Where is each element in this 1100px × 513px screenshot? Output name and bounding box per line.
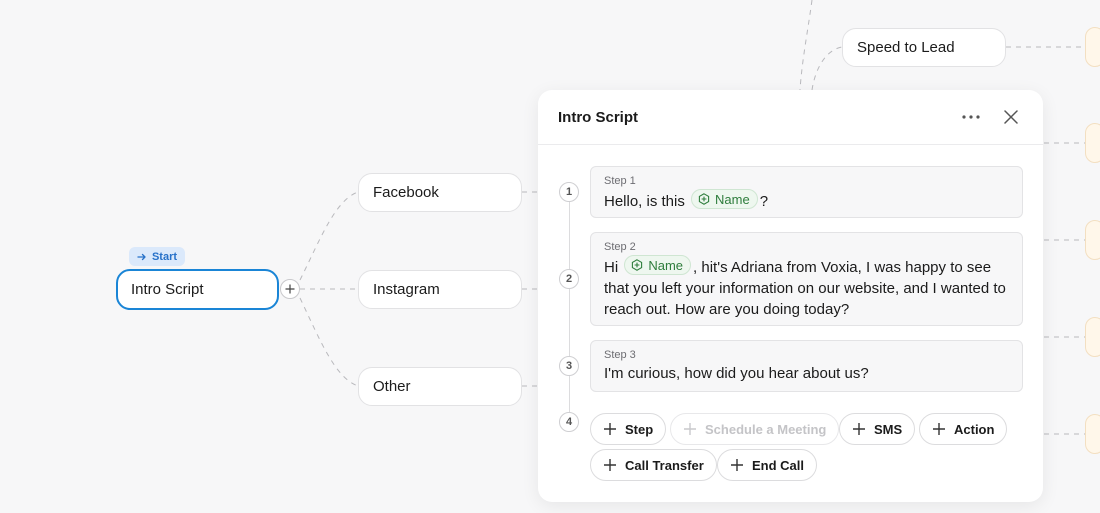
plus-icon <box>603 458 617 472</box>
connector-to-speed-to-lead <box>811 46 843 91</box>
step-text-before: Hello, is this <box>604 193 685 210</box>
add-schedule-meeting-button[interactable]: Schedule a Meeting <box>670 413 840 445</box>
add-end-call-button[interactable]: End Call <box>717 449 818 481</box>
flow-canvas[interactable]: Start Intro Script Facebook Instagram Ot… <box>0 0 1100 513</box>
plus-icon <box>683 422 697 436</box>
add-button-label: Action <box>954 421 995 437</box>
close-icon <box>1004 110 1018 124</box>
step-card-3[interactable]: Step 3 I'm curious, how did you hear abo… <box>590 340 1023 392</box>
node-facebook[interactable]: Facebook <box>358 173 522 212</box>
add-button-label: Call Transfer <box>625 457 704 473</box>
step-card-2[interactable]: Step 2 Hi Name , hit's Adriana from Voxi… <box>590 232 1023 326</box>
arrow-right-icon <box>137 252 147 262</box>
step-label: Step 3 <box>604 349 636 361</box>
add-sms-button[interactable]: SMS <box>839 413 916 445</box>
connector-top <box>799 0 813 91</box>
name-variable-chip[interactable]: Name <box>624 255 692 275</box>
ellipsis-icon <box>962 115 980 119</box>
step-text: Hi Name , hit's Adriana from Voxia, I wa… <box>604 255 1009 320</box>
plus-icon <box>603 422 617 436</box>
node-label: Intro Script <box>131 281 204 298</box>
offscreen-node-4[interactable] <box>1085 317 1100 357</box>
step-label: Step 2 <box>604 241 636 253</box>
step-number: 1 <box>559 182 579 202</box>
node-label: Other <box>373 378 411 395</box>
node-label: Instagram <box>373 281 440 298</box>
more-options-button[interactable] <box>959 105 983 129</box>
node-other[interactable]: Other <box>358 367 522 406</box>
step-number: 2 <box>559 269 579 289</box>
offscreen-node-3[interactable] <box>1085 220 1100 260</box>
step-text: Hello, is this Name ? <box>604 189 1009 212</box>
add-button-label: Step <box>625 421 654 437</box>
plus-icon <box>932 422 946 436</box>
variable-icon <box>698 193 710 205</box>
step-card-1[interactable]: Step 1 Hello, is this Name ? <box>590 166 1023 218</box>
add-action-button[interactable]: Action <box>919 413 1008 445</box>
step-text-after: ? <box>759 193 769 210</box>
chip-label: Name <box>715 191 750 207</box>
connector-to-facebook <box>299 191 359 281</box>
panel-header: Intro Script <box>538 90 1043 145</box>
name-variable-chip[interactable]: Name <box>691 189 758 209</box>
offscreen-node-2[interactable] <box>1085 123 1100 163</box>
node-instagram[interactable]: Instagram <box>358 270 522 309</box>
add-button-label: Schedule a Meeting <box>705 421 827 437</box>
panel-title: Intro Script <box>558 108 639 126</box>
step-text: I'm curious, how did you hear about us? <box>604 365 869 382</box>
node-speed-to-lead[interactable]: Speed to Lead <box>842 28 1006 67</box>
node-intro-script[interactable]: Intro Script <box>116 269 279 310</box>
offscreen-node-1[interactable] <box>1085 27 1100 67</box>
start-badge: Start <box>129 247 185 266</box>
start-badge-label: Start <box>151 250 178 263</box>
chip-label: Name <box>648 257 684 273</box>
add-call-transfer-button[interactable]: Call Transfer <box>590 449 717 481</box>
add-button-label: SMS <box>874 421 903 437</box>
add-step-button[interactable]: Step <box>590 413 667 445</box>
plus-icon <box>285 284 295 294</box>
add-button-label: End Call <box>752 457 805 473</box>
step-label: Step 1 <box>604 175 636 187</box>
close-button[interactable] <box>999 105 1023 129</box>
variable-icon <box>631 259 643 271</box>
node-label: Speed to Lead <box>857 39 955 56</box>
plus-icon <box>852 422 866 436</box>
step-timeline <box>569 192 570 420</box>
add-branch-button[interactable] <box>280 279 300 299</box>
connector-to-other <box>299 297 359 387</box>
offscreen-node-5[interactable] <box>1085 414 1100 454</box>
step-text-before: Hi <box>604 259 619 276</box>
node-label: Facebook <box>373 184 439 201</box>
script-editor-panel: Intro Script 1 Step 1 Hello, is this Nam… <box>538 90 1043 502</box>
plus-icon <box>730 458 744 472</box>
step-number: 4 <box>559 412 579 432</box>
step-number: 3 <box>559 356 579 376</box>
